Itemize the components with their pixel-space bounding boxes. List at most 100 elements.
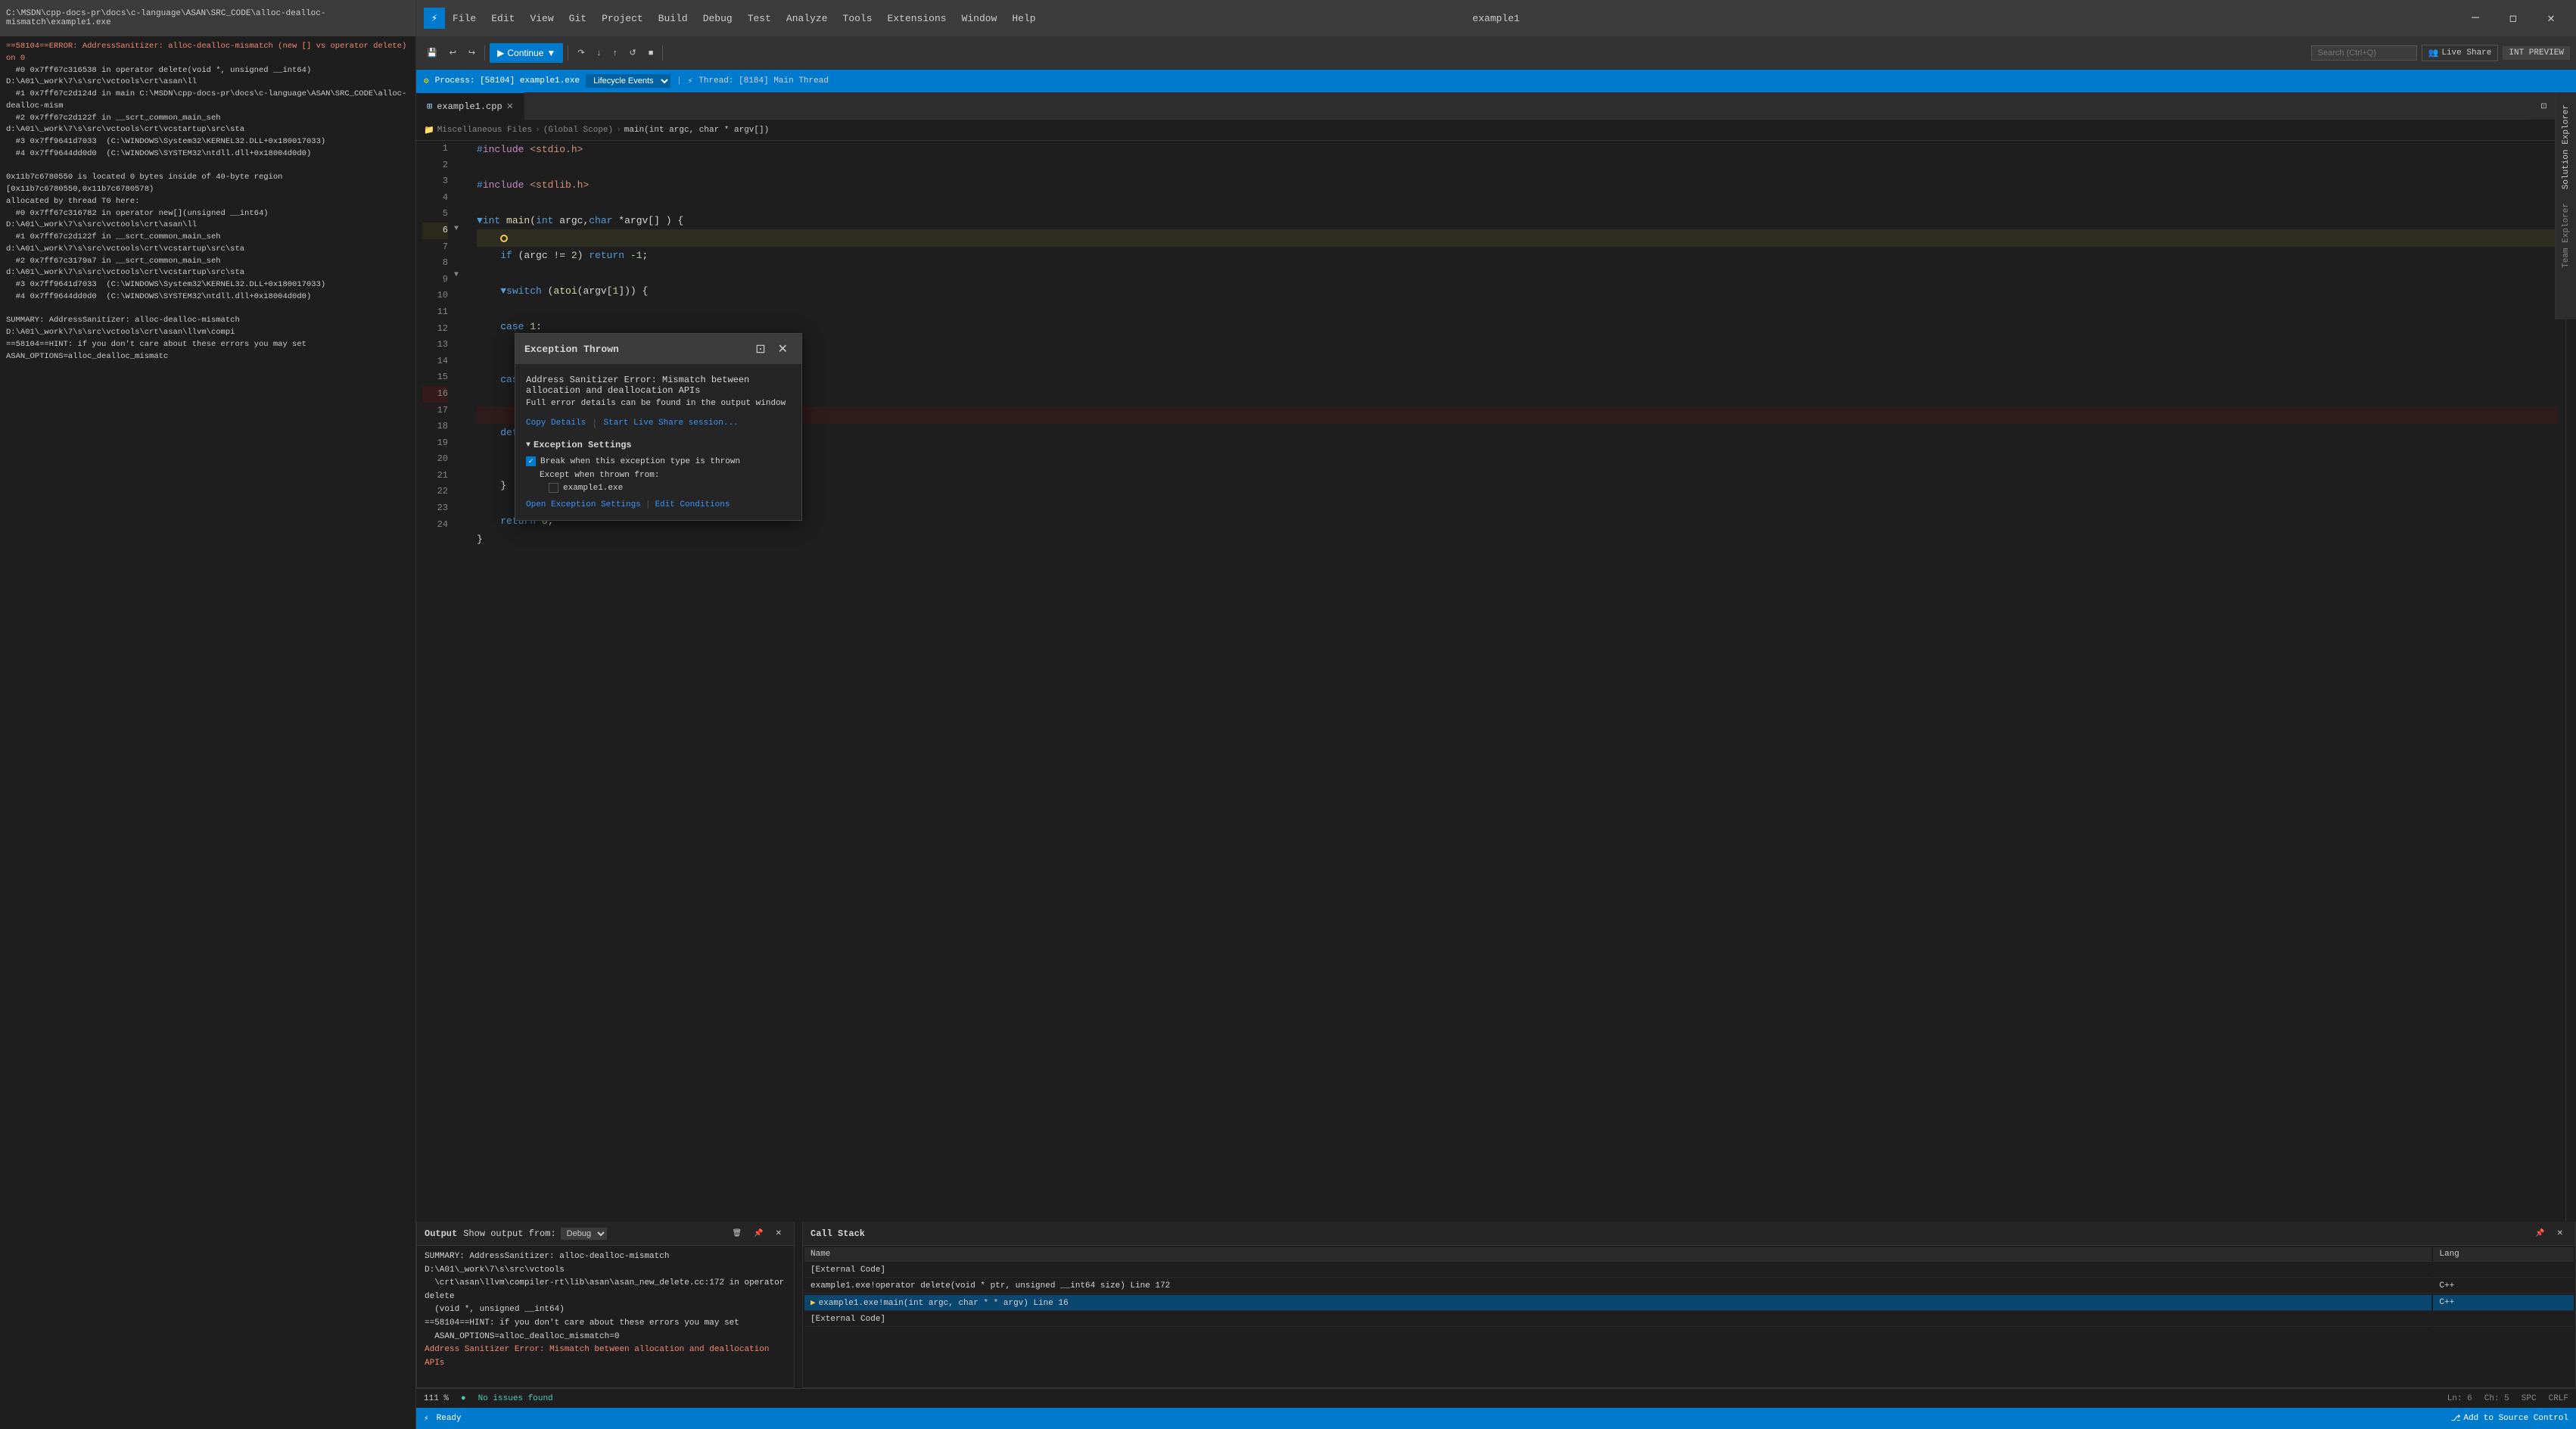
menu-git[interactable]: Git: [562, 10, 594, 27]
menu-debug[interactable]: Debug: [695, 10, 740, 27]
issues-label[interactable]: No issues found: [478, 1394, 553, 1403]
output-actions: 🗑 📌 ✕: [727, 1225, 786, 1242]
menu-build[interactable]: Build: [651, 10, 695, 27]
restore-button[interactable]: ◻: [2496, 0, 2531, 36]
code-line-8: [477, 265, 2558, 282]
gutter-row: [454, 173, 469, 190]
triangle-icon: ▼: [526, 441, 530, 450]
statusbar-ready[interactable]: Ready: [437, 1414, 462, 1423]
live-share-session-link[interactable]: Start Live Share session...: [603, 419, 738, 429]
menu-tools[interactable]: Tools: [835, 10, 880, 27]
menu-view[interactable]: View: [522, 10, 561, 27]
callstack-row[interactable]: [External Code]: [804, 1263, 2574, 1278]
live-share-icon: 👥: [2428, 48, 2439, 58]
line-num: 19: [422, 435, 448, 452]
output-title: Output: [425, 1228, 457, 1239]
terminal-content: ==58104==ERROR: AddressSanitizer: alloc-…: [0, 36, 415, 367]
char-col[interactable]: Ch: 5: [2484, 1394, 2509, 1403]
line-num: 13: [422, 337, 448, 353]
continue-button[interactable]: ▶ Continue ▼: [490, 43, 563, 63]
popup-close-button[interactable]: ✕: [773, 340, 792, 358]
output-pin[interactable]: 📌: [749, 1225, 767, 1242]
code-content[interactable]: #include <stdio.h> #include <stdlib.h> ▼…: [469, 141, 2565, 1275]
toolbar-redo[interactable]: ↪: [464, 42, 480, 64]
callstack-row[interactable]: [External Code]: [804, 1312, 2574, 1327]
callstack-row-active[interactable]: ▶example1.exe!main(int argc, char * * ar…: [804, 1295, 2574, 1311]
term-line: #3 0x7ff9641d7033 (C:\WINDOWS\System32\K…: [6, 279, 409, 291]
fold-arrow-9[interactable]: ▼: [454, 269, 469, 282]
toolbar-save[interactable]: 💾: [422, 42, 442, 64]
break-when-thrown-checkbox[interactable]: ✓: [526, 456, 536, 466]
term-line: #3 0x7ff9641d7033 (C:\WINDOWS\System32\K…: [6, 136, 409, 148]
tab-close-button[interactable]: ✕: [507, 100, 513, 113]
spc[interactable]: SPC: [2522, 1394, 2537, 1403]
close-button[interactable]: ✕: [2534, 0, 2568, 36]
callstack-panel: Call Stack 📌 ✕ Name Lang [External Code]…: [802, 1222, 2576, 1388]
live-share-button[interactable]: 👥 Live Share: [2422, 45, 2499, 61]
minimize-button[interactable]: ─: [2458, 0, 2493, 36]
editor: 1 2 3 4 5 6 7 8 9 10 11 12 13 14 15 16 1…: [416, 141, 2576, 1275]
popup-actions: ⊡ ✕: [751, 340, 792, 358]
term-line: allocated by thread T0 here:: [6, 196, 409, 208]
term-line: 0x11b7c6780550 is located 0 bytes inside…: [6, 172, 409, 196]
menu-analyze[interactable]: Analyze: [779, 10, 835, 27]
continue-dropdown-icon: ▼: [546, 48, 555, 58]
example-exe-label: example1.exe: [563, 484, 623, 493]
menu-file[interactable]: File: [445, 10, 484, 27]
callstack-row[interactable]: example1.exe!operator delete(void * ptr,…: [804, 1279, 2574, 1294]
breadcrumb-misc[interactable]: Miscellaneous Files: [437, 126, 532, 135]
live-share-label: Live Share: [2441, 48, 2491, 58]
stop[interactable]: ■: [644, 42, 658, 64]
menu-test[interactable]: Test: [740, 10, 779, 27]
open-exception-settings-link[interactable]: Open Exception Settings: [526, 500, 641, 509]
tabbar: ⊞ example1.cpp ✕ ⊡ ✕: [416, 92, 2576, 120]
output-line output-red: Address Sanitizer Error: Mismatch betwee…: [425, 1343, 786, 1370]
copy-details-link[interactable]: Copy Details: [526, 419, 586, 429]
breadcrumb-scope[interactable]: (Global Scope): [543, 126, 613, 135]
restart[interactable]: ↺: [625, 42, 641, 64]
add-to-source-label[interactable]: Add to Source Control: [2463, 1414, 2568, 1423]
title-icon: ⚡: [424, 8, 445, 29]
line-col[interactable]: Ln: 6: [2447, 1394, 2472, 1403]
line-num: 12: [422, 321, 448, 338]
term-line: #2 0x7ff67c2d122f in __scrt_common_main_…: [6, 113, 409, 137]
step-out[interactable]: ↑: [608, 42, 622, 64]
menu-help[interactable]: Help: [1004, 10, 1043, 27]
issues-icon: ●: [461, 1394, 466, 1403]
menu-edit[interactable]: Edit: [484, 10, 522, 27]
gutter-row: [454, 206, 469, 223]
output-source-select[interactable]: Debug: [561, 1228, 607, 1240]
tab-example1[interactable]: ⊞ example1.cpp ✕: [416, 92, 524, 120]
statusbar-right: ⎇ Add to Source Control: [2451, 1413, 2568, 1424]
output-close[interactable]: ✕: [771, 1225, 786, 1242]
toolbar-undo[interactable]: ↩: [445, 42, 461, 64]
fold-arrow-5[interactable]: ▼: [454, 223, 469, 236]
gutter-row: [454, 332, 469, 348]
callstack-pin[interactable]: 📌: [2531, 1225, 2549, 1242]
menu-extensions[interactable]: Extensions: [880, 10, 954, 27]
line-num: 21: [422, 468, 448, 484]
team-explorer-tab[interactable]: Team Explorer: [2559, 197, 2574, 274]
step-into[interactable]: ↓: [593, 42, 606, 64]
link-separator1: |: [592, 419, 597, 429]
menu-project[interactable]: Project: [594, 10, 651, 27]
step-over[interactable]: ↷: [573, 42, 589, 64]
breadcrumb-function[interactable]: main(int argc, char * argv[]): [624, 126, 769, 135]
toolbar-sep3: [662, 45, 663, 61]
process-select[interactable]: Lifecycle Events: [586, 74, 670, 88]
output-source: Show output from: Debug: [463, 1228, 606, 1240]
solution-explorer-tab[interactable]: Solution Explorer: [2559, 98, 2574, 195]
output-clear[interactable]: 🗑: [727, 1225, 746, 1242]
menu-window[interactable]: Window: [954, 10, 1005, 27]
crlf[interactable]: CRLF: [2549, 1394, 2568, 1403]
terminal-path: C:\MSDN\cpp-docs-pr\docs\c-language\ASAN…: [6, 9, 409, 27]
gutter-row-16: [454, 381, 469, 397]
callstack-close[interactable]: ✕: [2553, 1225, 2568, 1242]
edit-conditions-link[interactable]: Edit Conditions: [655, 500, 730, 509]
example-exe-checkbox[interactable]: [549, 483, 558, 493]
split-editor[interactable]: ⊡: [2536, 97, 2551, 115]
popup-pin-button[interactable]: ⊡: [751, 340, 770, 358]
titlebar: ⚡ File Edit View Git Project Build Debug…: [416, 0, 2576, 36]
zoom-level[interactable]: 111 %: [424, 1394, 449, 1403]
search-input[interactable]: [2311, 45, 2417, 61]
